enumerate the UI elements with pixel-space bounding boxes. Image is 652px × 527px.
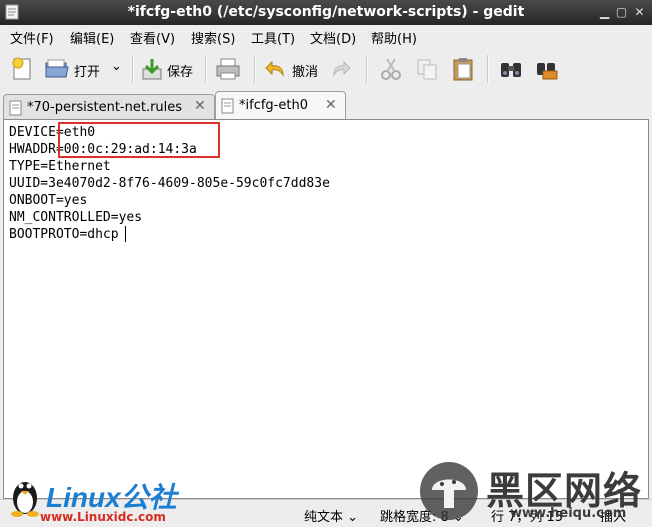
code-line: UUID=3e4070d2-8f76-4609-805e-59c0fc7dd83… (9, 176, 330, 191)
maximize-icon[interactable]: ▢ (613, 4, 630, 21)
tab-ifcfg-eth0[interactable]: *ifcfg-eth0 ✕ (215, 91, 346, 121)
undo-icon[interactable] (264, 55, 288, 83)
menu-search[interactable]: 搜索(S) (191, 28, 235, 47)
annotation-highlight-box (58, 122, 220, 158)
penguin-logo-icon (11, 482, 39, 517)
linuxidc-watermark: Linux公社 www.Linuxidc.com (0, 472, 200, 526)
open-recent-chevron-icon[interactable]: ⌄ (111, 59, 122, 74)
menu-tools[interactable]: 工具(T) (251, 28, 295, 47)
copy-icon[interactable] (415, 55, 439, 83)
paste-icon[interactable] (451, 55, 475, 83)
code-line: TYPE=Ethernet (9, 159, 111, 174)
text-editor[interactable]: DEVICE=eth0 HWADDR=00:0c:29:ad:14:3a TYP… (3, 119, 649, 499)
menu-help[interactable]: 帮助(H) (371, 28, 417, 47)
close-icon[interactable]: ✕ (631, 4, 648, 21)
tab-close-icon[interactable]: ✕ (194, 99, 208, 113)
menu-edit[interactable]: 编辑(E) (70, 28, 114, 47)
title-bar: *ifcfg-eth0 (/etc/sysconfig/network-scri… (0, 0, 652, 25)
linuxidc-url: www.Linuxidc.com (40, 510, 166, 524)
open-button[interactable]: 打开 (74, 61, 100, 80)
new-document-icon[interactable] (10, 55, 34, 83)
mushroom-logo-icon (420, 462, 478, 520)
code-line: ONBOOT=yes (9, 193, 88, 208)
document-icon (221, 98, 234, 114)
code-line: BOOTPROTO=dhcp (9, 227, 119, 242)
toolbar: 打开 ⌄ 保存 撤消 (0, 47, 652, 92)
code-line: NM_CONTROLLED=yes (9, 210, 143, 225)
heiqu-watermark: 黑区网络 www.heiqu.com (418, 456, 652, 526)
replace-icon[interactable] (535, 55, 559, 83)
text-cursor (125, 226, 126, 242)
menu-view[interactable]: 查看(V) (130, 28, 175, 47)
open-folder-icon[interactable] (44, 55, 70, 83)
save-button[interactable]: 保存 (167, 61, 193, 80)
tab-label: *70-persistent-net.rules (27, 100, 183, 115)
document-icon (9, 100, 22, 116)
cut-icon[interactable] (379, 55, 403, 83)
save-icon[interactable] (140, 55, 164, 83)
tab-label: *ifcfg-eth0 (239, 98, 308, 113)
gedit-window: *ifcfg-eth0 (/etc/sysconfig/network-scri… (0, 0, 652, 527)
redo-icon[interactable] (330, 55, 352, 83)
menu-file[interactable]: 文件(F) (10, 28, 54, 47)
menu-document[interactable]: 文档(D) (310, 28, 356, 47)
window-title: *ifcfg-eth0 (/etc/sysconfig/network-scri… (127, 4, 525, 20)
undo-button[interactable]: 撤消 (292, 61, 318, 80)
language-mode-dropdown[interactable]: 纯文本 ⌄ (304, 506, 358, 525)
print-icon[interactable] (215, 55, 241, 83)
find-icon[interactable] (499, 55, 523, 83)
tab-70-persistent-net-rules[interactable]: *70-persistent-net.rules ✕ (3, 94, 215, 121)
heiqu-url: www.heiqu.com (510, 506, 627, 521)
menu-bar: 文件(F) 编辑(E) 查看(V) 搜索(S) 工具(T) 文档(D) 帮助(H… (0, 25, 652, 47)
tab-close-icon[interactable]: ✕ (325, 98, 339, 112)
tab-bar: *70-persistent-net.rules ✕ *ifcfg-eth0 ✕ (0, 91, 652, 121)
minimize-icon[interactable]: ▁ (596, 4, 613, 21)
